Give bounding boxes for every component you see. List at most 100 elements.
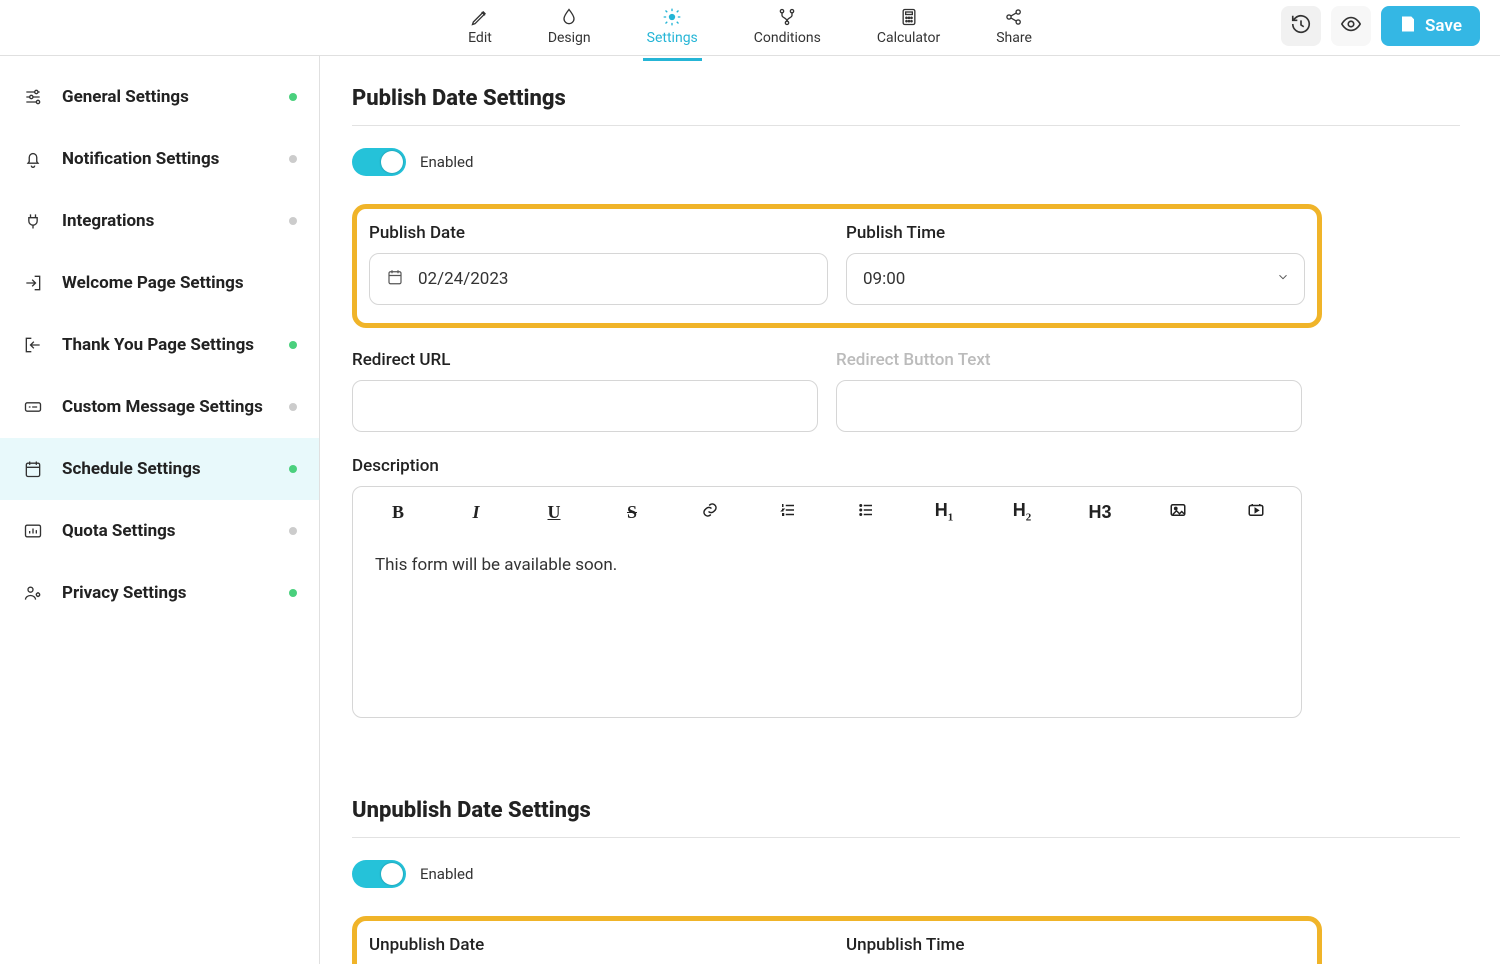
top-nav: Edit Design Settings Conditions Calculat… xyxy=(464,6,1036,61)
unpublish-enabled-toggle[interactable] xyxy=(352,860,406,888)
editor-text: This form will be available soon. xyxy=(375,555,617,575)
save-label: Save xyxy=(1425,16,1462,36)
publish-toggle-row: Enabled xyxy=(352,148,1460,176)
redirect-button-text-field: Redirect Button Text xyxy=(836,350,1302,432)
tab-label: Share xyxy=(996,30,1032,46)
plug-icon xyxy=(22,210,44,232)
history-button[interactable] xyxy=(1281,6,1321,46)
publish-date-input[interactable]: 02/24/2023 xyxy=(369,253,828,305)
redirect-url-field: Redirect URL xyxy=(352,350,818,432)
door-in-icon xyxy=(22,272,44,294)
divider xyxy=(352,125,1460,126)
unpublish-toggle-row: Enabled xyxy=(352,860,1460,888)
description-field: Description B I U S H1 H2 H3 Th xyxy=(352,456,1302,718)
field-label: Redirect URL xyxy=(352,350,818,370)
top-actions: Save xyxy=(1281,6,1480,46)
sidebar-item-privacy[interactable]: Privacy Settings xyxy=(0,562,319,624)
list-ul-icon xyxy=(857,501,875,524)
underline-button[interactable]: U xyxy=(534,497,574,527)
redirect-button-text-input[interactable] xyxy=(836,380,1302,432)
save-button[interactable]: Save xyxy=(1381,6,1480,46)
tab-label: Calculator xyxy=(877,30,940,46)
tab-calculator[interactable]: Calculator xyxy=(873,6,944,58)
tab-label: Edit xyxy=(468,30,492,46)
sidebar-item-custom-message[interactable]: Custom Message Settings xyxy=(0,376,319,438)
image-button[interactable] xyxy=(1158,497,1198,527)
unpublish-highlight: Unpublish Date 02/28/2023 Unpublish Time… xyxy=(352,916,1322,964)
italic-button[interactable]: I xyxy=(456,497,496,527)
input-value: 02/24/2023 xyxy=(418,269,508,289)
publish-time-select[interactable]: 09:00 xyxy=(846,253,1305,305)
settings-sidebar: General Settings Notification Settings I… xyxy=(0,56,320,964)
sidebar-item-label: Privacy Settings xyxy=(62,583,187,603)
video-button[interactable] xyxy=(1236,497,1276,527)
chevron-down-icon xyxy=(1276,269,1290,289)
calendar-icon xyxy=(386,268,404,291)
h3-button[interactable]: H3 xyxy=(1080,497,1120,527)
sidebar-item-schedule[interactable]: Schedule Settings xyxy=(0,438,319,500)
sidebar-item-label: Notification Settings xyxy=(62,149,219,169)
save-icon xyxy=(1399,15,1417,38)
field-label: Description xyxy=(352,456,439,476)
tab-settings[interactable]: Settings xyxy=(643,6,702,61)
publish-highlight: Publish Date 02/24/2023 Publish Time 09:… xyxy=(352,204,1322,328)
publish-enabled-toggle[interactable] xyxy=(352,148,406,176)
tab-label: Conditions xyxy=(754,30,821,46)
field-label: Unpublish Time xyxy=(846,935,1305,955)
tab-edit[interactable]: Edit xyxy=(464,6,496,58)
h1-button[interactable]: H1 xyxy=(924,497,964,527)
strike-button[interactable]: S xyxy=(612,497,652,527)
top-bar: Edit Design Settings Conditions Calculat… xyxy=(0,0,1500,56)
toggle-label: Enabled xyxy=(420,153,473,171)
calculator-icon xyxy=(898,6,920,28)
share-icon xyxy=(1003,6,1025,28)
bold-button[interactable]: B xyxy=(378,497,418,527)
image-icon xyxy=(1169,501,1187,524)
main-content: Publish Date Settings Enabled Publish Da… xyxy=(320,56,1500,964)
publish-date-field: Publish Date 02/24/2023 xyxy=(369,223,828,305)
status-dot xyxy=(289,155,297,163)
user-gear-icon xyxy=(22,582,44,604)
sidebar-item-notification[interactable]: Notification Settings xyxy=(0,128,319,190)
preview-button[interactable] xyxy=(1331,6,1371,46)
sidebar-item-quota[interactable]: Quota Settings xyxy=(0,500,319,562)
field-label: Publish Date xyxy=(369,223,828,243)
video-icon xyxy=(1247,501,1265,524)
sliders-icon xyxy=(22,86,44,108)
status-dot xyxy=(289,341,297,349)
redirect-url-input[interactable] xyxy=(352,380,818,432)
link-icon xyxy=(701,501,719,524)
history-icon xyxy=(1290,13,1312,39)
editor-content[interactable]: This form will be available soon. xyxy=(353,537,1301,717)
sidebar-item-welcome[interactable]: Welcome Page Settings xyxy=(0,252,319,314)
pencil-icon xyxy=(469,6,491,28)
ordered-list-button[interactable] xyxy=(768,497,808,527)
tab-conditions[interactable]: Conditions xyxy=(750,6,825,58)
tab-design[interactable]: Design xyxy=(544,6,595,58)
gear-icon xyxy=(661,6,683,28)
sidebar-item-integrations[interactable]: Integrations xyxy=(0,190,319,252)
status-dot xyxy=(289,217,297,225)
sidebar-item-general[interactable]: General Settings xyxy=(0,66,319,128)
calendar-icon xyxy=(22,458,44,480)
rich-text-editor: B I U S H1 H2 H3 This form will be avail… xyxy=(352,486,1302,718)
status-dot xyxy=(289,465,297,473)
unordered-list-button[interactable] xyxy=(846,497,886,527)
input-value: 09:00 xyxy=(863,269,905,289)
door-out-icon xyxy=(22,334,44,356)
sidebar-item-label: Schedule Settings xyxy=(62,459,201,479)
sidebar-item-label: Quota Settings xyxy=(62,521,176,541)
editor-toolbar: B I U S H1 H2 H3 xyxy=(353,487,1301,537)
sidebar-item-thankyou[interactable]: Thank You Page Settings xyxy=(0,314,319,376)
status-dot xyxy=(289,403,297,411)
tab-share[interactable]: Share xyxy=(992,6,1036,58)
tab-label: Settings xyxy=(647,30,698,46)
sidebar-item-label: Integrations xyxy=(62,211,154,231)
h2-button[interactable]: H2 xyxy=(1002,497,1042,527)
sidebar-item-label: Welcome Page Settings xyxy=(62,273,244,293)
publish-section-title: Publish Date Settings xyxy=(352,86,1460,111)
field-label: Publish Time xyxy=(846,223,1305,243)
link-button[interactable] xyxy=(690,497,730,527)
list-ol-icon xyxy=(779,501,797,524)
bell-icon xyxy=(22,148,44,170)
